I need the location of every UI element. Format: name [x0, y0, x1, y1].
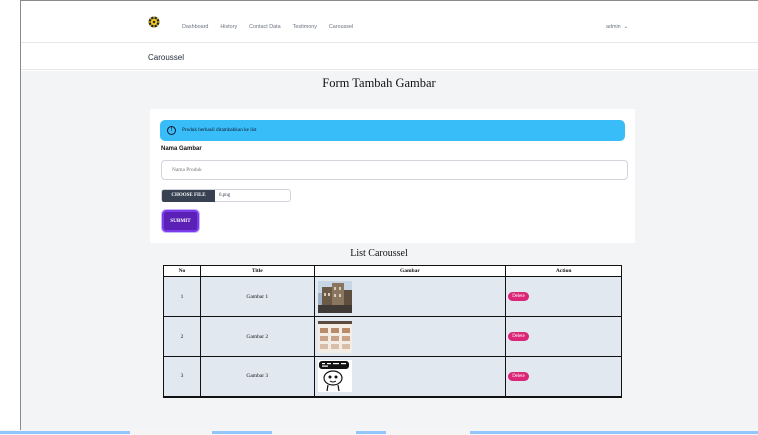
delete-button[interactable]: Delete: [508, 292, 529, 301]
col-header-gambar: Gambar: [313, 265, 507, 277]
table-row: 1 Gambar 1 Delete: [163, 276, 622, 317]
col-header-title: Title: [199, 265, 315, 277]
col-header-no: No: [163, 265, 201, 277]
chevron-down-icon: ⌄: [622, 24, 629, 30]
nav-link-contact-data[interactable]: Contact Data: [249, 24, 280, 30]
delete-button[interactable]: Delete: [508, 371, 529, 381]
row-no: 2: [163, 316, 201, 357]
page-header: Caroussel: [21, 43, 758, 70]
row-title: Gambar 2: [199, 316, 315, 357]
nav-links: Dashboard History Contact Data Testimony…: [182, 24, 365, 30]
caroussel-table: No Title Gambar Action 1 Gambar 1 Delete…: [163, 265, 622, 398]
top-navbar: Dashboard History Contact Data Testimony…: [21, 1, 758, 43]
scrollbar-segment: [212, 431, 272, 434]
alert-message: Produk berhasil ditambahkan ke list: [182, 127, 257, 133]
gear-sun-icon[interactable]: [148, 16, 160, 28]
scrollbar-segment: [0, 431, 130, 434]
row-action-cell: Delete: [505, 356, 622, 398]
row-no: 1: [163, 276, 201, 317]
file-input[interactable]: CHOOSE FILE 6.png: [161, 189, 291, 202]
delete-button[interactable]: Delete: [508, 332, 529, 341]
submit-button[interactable]: SUBMIT: [161, 209, 200, 233]
page-title: Caroussel: [148, 53, 185, 62]
row-image-cell: [313, 356, 507, 398]
row-image-cell: [313, 276, 507, 317]
file-name: 6.png: [219, 193, 231, 198]
pattern-tiles-image: [317, 320, 352, 353]
nav-link-testimony[interactable]: Testimony: [293, 24, 317, 30]
user-menu[interactable]: admin ⌄: [606, 24, 628, 30]
meme-cartoon-image: [317, 360, 352, 393]
row-title: Gambar 1: [199, 276, 315, 317]
nav-link-caroussel[interactable]: Caroussel: [329, 24, 353, 30]
success-alert: ! Produk berhasil ditambahkan ke list: [160, 120, 625, 141]
name-label: Nama Gambar: [161, 146, 202, 152]
name-input[interactable]: [161, 160, 628, 180]
horizontal-scrollbar[interactable]: [0, 430, 758, 435]
building-photo-image: [317, 280, 352, 313]
nav-link-dashboard[interactable]: Dashboard: [182, 24, 208, 30]
form-title: Form Tambah Gambar: [322, 76, 436, 90]
scrollbar-segment: [356, 431, 386, 434]
scrollbar-segment: [470, 431, 758, 434]
table-header: No Title Gambar Action: [163, 265, 622, 277]
row-image-cell: [313, 316, 507, 357]
col-header-action: Action: [505, 265, 622, 277]
user-name: admin: [606, 24, 621, 30]
row-no: 3: [163, 356, 201, 398]
info-icon: !: [167, 126, 176, 135]
row-action-cell: Delete: [505, 276, 622, 317]
row-action-cell: Delete: [505, 316, 622, 357]
table-row: 2 Gambar 2 Delete: [163, 316, 622, 357]
choose-file-button[interactable]: CHOOSE FILE: [162, 190, 215, 202]
row-title: Gambar 3: [199, 356, 315, 398]
list-title: List Caroussel: [350, 248, 408, 259]
table-row: 3 Gambar 3 Delete: [163, 356, 622, 398]
nav-link-history[interactable]: History: [220, 24, 237, 30]
